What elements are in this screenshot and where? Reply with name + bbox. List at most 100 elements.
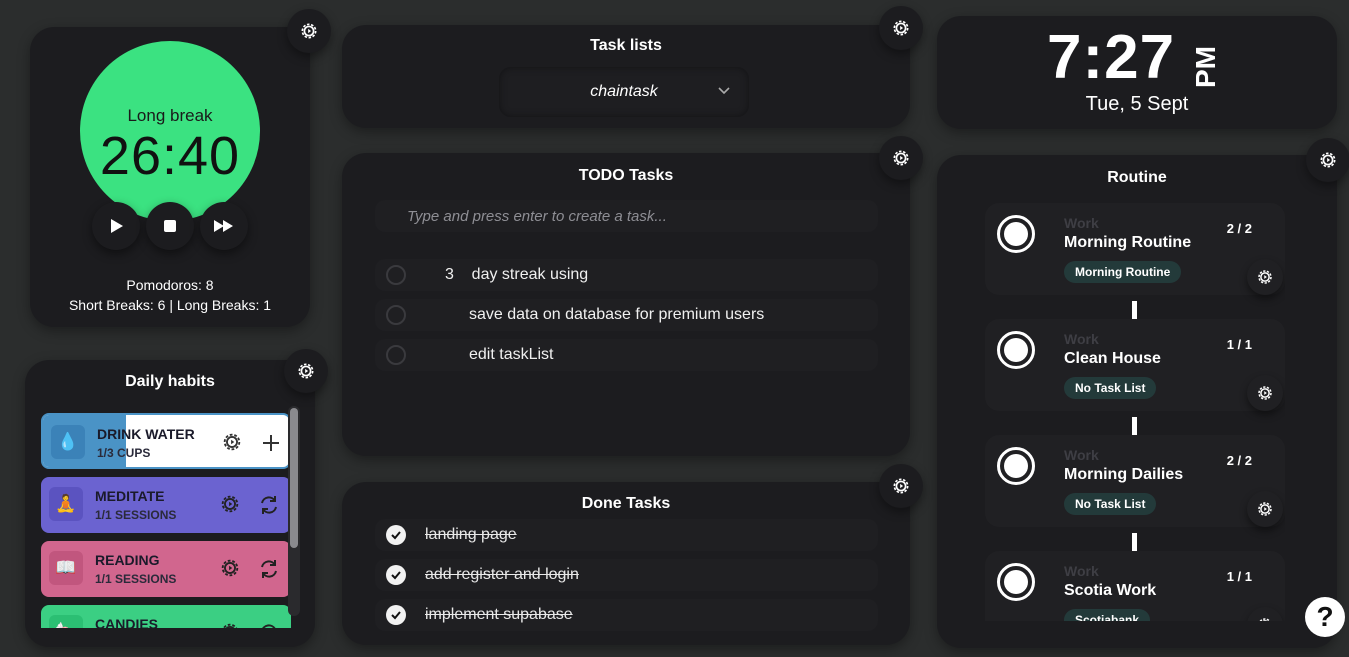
routine-settings-button[interactable] xyxy=(1247,491,1283,527)
habits-scrollbar-thumb[interactable] xyxy=(290,408,298,548)
habit-name: CANDIES xyxy=(95,616,159,628)
routine-title: Routine xyxy=(1107,169,1167,186)
task-text: edit taskList xyxy=(469,346,554,363)
habit-reading[interactable]: 📖 READING 1/1 SESSIONS xyxy=(41,541,291,597)
routine-task-list-badge: No Task List xyxy=(1064,377,1157,399)
gear-icon[interactable] xyxy=(219,621,241,628)
habit-name: READING xyxy=(95,552,160,568)
done-task-row[interactable]: add register and login xyxy=(375,559,878,591)
done-tasks-panel: Done Tasks landing page add register and… xyxy=(342,482,910,645)
task-checked-icon[interactable] xyxy=(386,525,406,545)
task-checked-icon[interactable] xyxy=(386,565,406,585)
routine-panel: Routine Work Morning Routine Morning Rou… xyxy=(937,155,1337,648)
gear-icon xyxy=(893,150,909,166)
routine-category: Work xyxy=(1064,331,1099,347)
habit-progress-text: 1/1 SESSIONS xyxy=(95,572,177,586)
routine-task-list-badge: No Task List xyxy=(1064,493,1157,515)
task-complete-radio[interactable] xyxy=(386,265,406,285)
habit-progress-text: 1/3 CUPS xyxy=(97,446,151,460)
routine-task-list-badge: Morning Routine xyxy=(1064,261,1182,283)
pomodoro-time: 26:40 xyxy=(99,126,241,186)
task-checked-icon[interactable] xyxy=(386,605,406,625)
habit-candies[interactable]: 🍬 CANDIES xyxy=(41,605,291,628)
gear-icon[interactable] xyxy=(219,557,241,579)
gear-icon xyxy=(301,23,317,39)
fast-forward-icon xyxy=(214,220,233,232)
routine-count: 2 / 2 xyxy=(1226,453,1252,468)
routine-item[interactable]: Work Clean House No Task List 1 / 1 xyxy=(985,319,1285,411)
routine-settings-button[interactable] xyxy=(1247,607,1283,621)
gear-icon xyxy=(1258,502,1272,516)
routine-complete-toggle[interactable] xyxy=(997,215,1035,253)
refresh-icon[interactable] xyxy=(257,493,281,517)
habit-drink-water[interactable]: 💧 DRINK WATER 1/3 CUPS xyxy=(41,413,291,469)
water-drop-icon: 💧 xyxy=(51,425,85,459)
done-task-row[interactable]: landing page xyxy=(375,519,878,551)
habit-meditate[interactable]: 🧘 MEDITATE 1/1 SESSIONS xyxy=(41,477,291,533)
todo-settings-button[interactable] xyxy=(879,136,923,180)
pomodoro-timer-circle: Long break 26:40 xyxy=(80,41,260,221)
task-text: add register and login xyxy=(425,566,579,583)
routine-complete-toggle[interactable] xyxy=(997,447,1035,485)
gear-icon xyxy=(1320,152,1336,168)
routine-item[interactable]: Work Morning Dailies No Task List 2 / 2 xyxy=(985,435,1285,527)
routine-list[interactable]: Work Morning Routine Morning Routine 2 /… xyxy=(985,203,1285,621)
routine-settings-button[interactable] xyxy=(1247,259,1283,295)
routine-name: Scotia Work xyxy=(1064,582,1157,599)
routine-name: Clean House xyxy=(1064,350,1161,367)
gear-icon xyxy=(1258,386,1272,400)
gear-icon xyxy=(893,478,909,494)
done-task-row[interactable]: implement supabase xyxy=(375,599,878,631)
task-text: landing page xyxy=(425,526,517,543)
stop-button[interactable] xyxy=(146,202,194,250)
refresh-icon[interactable] xyxy=(257,621,281,628)
routine-count: 1 / 1 xyxy=(1226,337,1252,352)
habit-progress-text: 1/1 SESSIONS xyxy=(95,508,177,522)
pomodoro-panel: Long break 26:40 Pomodoros: 8 Short Brea… xyxy=(30,27,310,327)
routine-complete-toggle[interactable] xyxy=(997,331,1035,369)
routine-settings-button[interactable] xyxy=(1247,375,1283,411)
todo-task-row[interactable]: 3 day streak using xyxy=(375,259,878,291)
routine-item[interactable]: Work Scotia Work Scotiabank 1 / 1 xyxy=(985,551,1285,621)
help-button[interactable]: ? xyxy=(1305,597,1345,637)
done-title: Done Tasks xyxy=(581,495,671,512)
plus-icon[interactable] xyxy=(259,431,283,455)
routine-category: Work xyxy=(1064,215,1099,231)
routine-panel-settings-button[interactable] xyxy=(1306,138,1349,182)
habits-list[interactable]: 💧 DRINK WATER 1/3 CUPS 🧘 MEDITATE 1/1 SE… xyxy=(41,413,291,628)
todo-task-row[interactable]: edit taskList xyxy=(375,339,878,371)
clock-ampm: PM xyxy=(1190,46,1221,88)
skip-button[interactable] xyxy=(200,202,248,250)
gear-icon[interactable] xyxy=(221,431,243,453)
task-list-select[interactable]: chaintask xyxy=(499,67,749,117)
task-complete-radio[interactable] xyxy=(386,305,406,325)
refresh-icon[interactable] xyxy=(257,557,281,581)
gear-icon xyxy=(1259,618,1271,621)
gear-icon xyxy=(893,20,909,36)
todo-task-row[interactable]: save data on database for premium users xyxy=(375,299,878,331)
routine-item[interactable]: Work Morning Routine Morning Routine 2 /… xyxy=(985,203,1285,295)
play-button[interactable] xyxy=(92,202,140,250)
gear-icon[interactable] xyxy=(219,493,241,515)
routine-category: Work xyxy=(1064,447,1099,463)
task-lists-settings-button[interactable] xyxy=(879,6,923,50)
pomodoro-mode-label: Long break xyxy=(127,106,213,125)
new-task-input[interactable] xyxy=(375,200,878,232)
routine-name: Morning Dailies xyxy=(1064,466,1184,483)
play-icon xyxy=(111,219,123,233)
pomodoro-settings-button[interactable] xyxy=(287,9,331,53)
routine-complete-toggle[interactable] xyxy=(997,563,1035,601)
candy-icon: 🍬 xyxy=(49,615,83,628)
routine-task-list-badge: Scotiabank xyxy=(1064,609,1151,621)
habit-name: DRINK WATER xyxy=(97,426,195,442)
habits-settings-button[interactable] xyxy=(284,349,328,393)
routine-count: 2 / 2 xyxy=(1226,221,1252,236)
clock-date: Tue, 5 Sept xyxy=(1085,93,1189,115)
clock-time: 7:27 xyxy=(1047,23,1176,92)
book-icon: 📖 xyxy=(49,551,83,585)
routine-connector xyxy=(1132,417,1137,435)
stop-icon xyxy=(164,220,176,232)
done-settings-button[interactable] xyxy=(879,464,923,508)
meditation-icon: 🧘 xyxy=(49,487,83,521)
task-complete-radio[interactable] xyxy=(386,345,406,365)
